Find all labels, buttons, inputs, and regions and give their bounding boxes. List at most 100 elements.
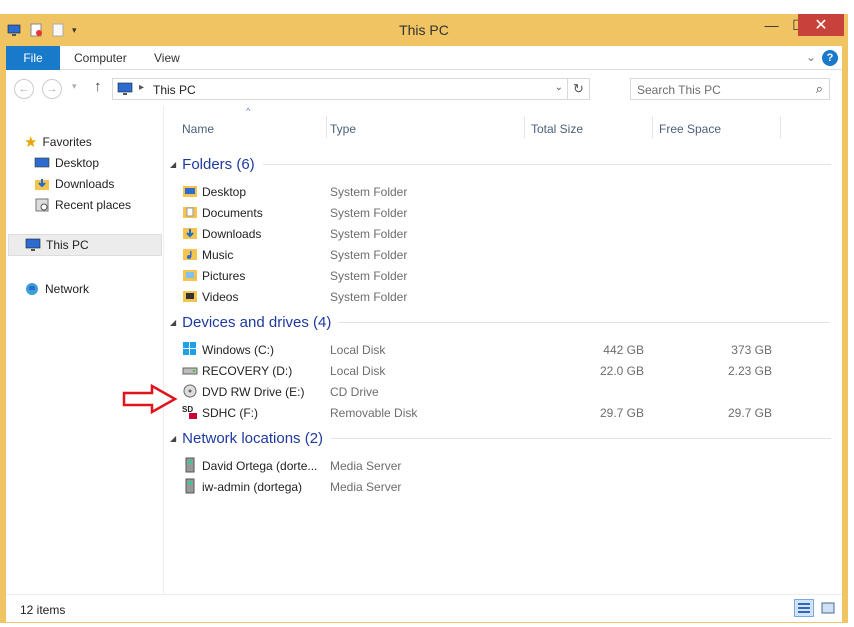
group-title: Network locations (2) (182, 430, 324, 447)
column-header-type[interactable]: Type (330, 122, 356, 136)
details-view-icon (798, 603, 810, 613)
list-item[interactable]: RECOVERY (D:) Local Disk 22.0 GB 2.23 GB (182, 360, 782, 381)
sidebar-item-this-pc[interactable]: This PC (8, 234, 162, 256)
tab-view[interactable]: View (154, 46, 180, 70)
group-header-network-locations[interactable]: ◢ Network locations (2) (170, 430, 832, 447)
disk-icon (182, 367, 198, 375)
tab-computer[interactable]: Computer (74, 46, 127, 70)
large-icons-view-button[interactable] (818, 599, 838, 617)
column-separator[interactable] (524, 116, 525, 138)
videos-folder-icon (183, 291, 197, 302)
details-view-button[interactable] (794, 599, 814, 617)
list-item[interactable]: David Ortega (dorte... Media Server (182, 455, 782, 476)
pc-icon (25, 238, 41, 251)
list-item[interactable]: Windows (C:) Local Disk 442 GB 373 GB (182, 339, 782, 360)
sidebar-downloads-label: Downloads (55, 177, 115, 191)
window-title: This PC (399, 22, 449, 38)
sidebar-item-favorites[interactable]: ★ Favorites (24, 132, 92, 152)
media-server-icon (185, 457, 195, 473)
list-item[interactable]: Pictures System Folder (182, 265, 782, 286)
group-header-devices[interactable]: ◢ Devices and drives (4) (170, 314, 830, 331)
list-item[interactable]: Music System Folder (182, 244, 782, 265)
sort-ascending-icon: ^ (246, 106, 251, 116)
list-item[interactable]: DVD RW Drive (E:) CD Drive (182, 381, 782, 402)
item-name: iw-admin (dortega) (202, 480, 303, 494)
documents-folder-icon (183, 207, 197, 218)
star-icon: ★ (24, 134, 38, 151)
search-placeholder: Search This PC (637, 83, 721, 97)
breadcrumb-separator-icon[interactable]: ▸ (139, 82, 144, 93)
title-bar[interactable]: ▾ This PC — ☐ ✕ (0, 14, 848, 46)
close-button[interactable]: ✕ (798, 14, 844, 36)
item-total-size: 29.7 GB (599, 406, 644, 420)
column-separator[interactable] (780, 116, 781, 138)
status-bar: 12 items (6, 594, 842, 622)
help-icon[interactable]: ? (822, 50, 838, 66)
item-free-space: 2.23 GB (727, 364, 772, 378)
item-name: Windows (C:) (202, 343, 275, 357)
group-divider (262, 164, 831, 165)
sidebar-item-recent-places[interactable]: Recent places (34, 195, 131, 215)
column-separator[interactable] (326, 116, 327, 138)
navigation-bar: ← → ▾ ↑ ▸ This PC ⌄ ↻ Search This PC ⌕ (6, 70, 842, 106)
list-item[interactable]: iw-admin (dortega) Media Server (182, 476, 782, 497)
search-input[interactable]: Search This PC ⌕ (630, 78, 830, 100)
sidebar-item-downloads[interactable]: Downloads (34, 174, 114, 194)
up-button[interactable]: ↑ (94, 78, 102, 95)
item-type: Local Disk (330, 343, 386, 357)
column-header-free-space[interactable]: Free Space (659, 122, 721, 136)
item-type: CD Drive (330, 385, 379, 399)
address-bar[interactable]: ▸ This PC ⌄ ↻ (112, 78, 590, 100)
media-server-icon (185, 478, 195, 494)
collapse-icon[interactable]: ◢ (170, 318, 176, 327)
downloads-folder-icon (183, 228, 197, 239)
item-total-size: 442 GB (603, 343, 644, 357)
list-item[interactable]: Documents System Folder (182, 202, 782, 223)
column-separator[interactable] (652, 116, 653, 138)
downloads-folder-icon (35, 179, 49, 190)
expand-ribbon-icon[interactable]: ⌄ (806, 50, 816, 64)
item-name: Videos (202, 290, 239, 304)
sidebar-item-network[interactable]: Network (24, 279, 89, 299)
minimize-button[interactable]: — (758, 14, 785, 36)
large-icons-view-icon (821, 602, 835, 614)
back-button[interactable]: ← (14, 79, 34, 99)
item-type: System Folder (330, 248, 408, 262)
list-item[interactable]: SD SDHC (F:) Removable Disk 29.7 GB 29.7 GB (182, 402, 782, 423)
group-header-folders[interactable]: ◢ Folders (6) (170, 156, 831, 173)
item-total-size: 22.0 GB (599, 364, 644, 378)
explorer-window: ▾ This PC — ☐ ✕ File Computer View ⌄ ? ←… (0, 14, 848, 623)
desktop-icon (34, 157, 50, 168)
list-item[interactable]: Desktop System Folder (182, 181, 782, 202)
group-title: Devices and drives (4) (182, 314, 332, 331)
explorer-body: ★ Favorites Desktop Downloads Recent pla… (6, 106, 842, 594)
refresh-icon[interactable]: ↻ (567, 79, 589, 99)
item-name: SDHC (F:) (202, 406, 258, 420)
item-type: System Folder (330, 185, 408, 199)
item-count: 12 items (20, 603, 66, 617)
item-type: System Folder (330, 206, 408, 220)
collapse-icon[interactable]: ◢ (170, 434, 176, 443)
forward-button[interactable]: → (42, 79, 62, 99)
file-list: ^ Name Type Total Size Free Space ◢ Fold… (166, 106, 842, 594)
item-name: Documents (202, 206, 263, 220)
item-name: Pictures (202, 269, 246, 283)
recent-locations-icon[interactable]: ▾ (72, 81, 77, 92)
item-name: Music (202, 248, 234, 262)
item-name: RECOVERY (D:) (202, 364, 293, 378)
address-path[interactable]: This PC (153, 83, 196, 97)
windows-disk-icon (183, 342, 196, 355)
sidebar-item-desktop[interactable]: Desktop (34, 153, 99, 173)
ribbon-tabs: File Computer View ⌄ ? (6, 46, 842, 70)
address-dropdown-icon[interactable]: ⌄ (555, 82, 563, 93)
collapse-icon[interactable]: ◢ (170, 160, 176, 169)
folder-icon (183, 186, 197, 197)
column-header-total-size[interactable]: Total Size (531, 122, 583, 136)
search-icon[interactable]: ⌕ (816, 81, 823, 97)
column-header-name[interactable]: Name (182, 122, 214, 136)
item-type: Media Server (330, 480, 402, 494)
tab-file[interactable]: File (6, 46, 60, 70)
item-free-space: 373 GB (731, 343, 772, 357)
list-item[interactable]: Downloads System Folder (182, 223, 782, 244)
list-item[interactable]: Videos System Folder (182, 286, 782, 307)
